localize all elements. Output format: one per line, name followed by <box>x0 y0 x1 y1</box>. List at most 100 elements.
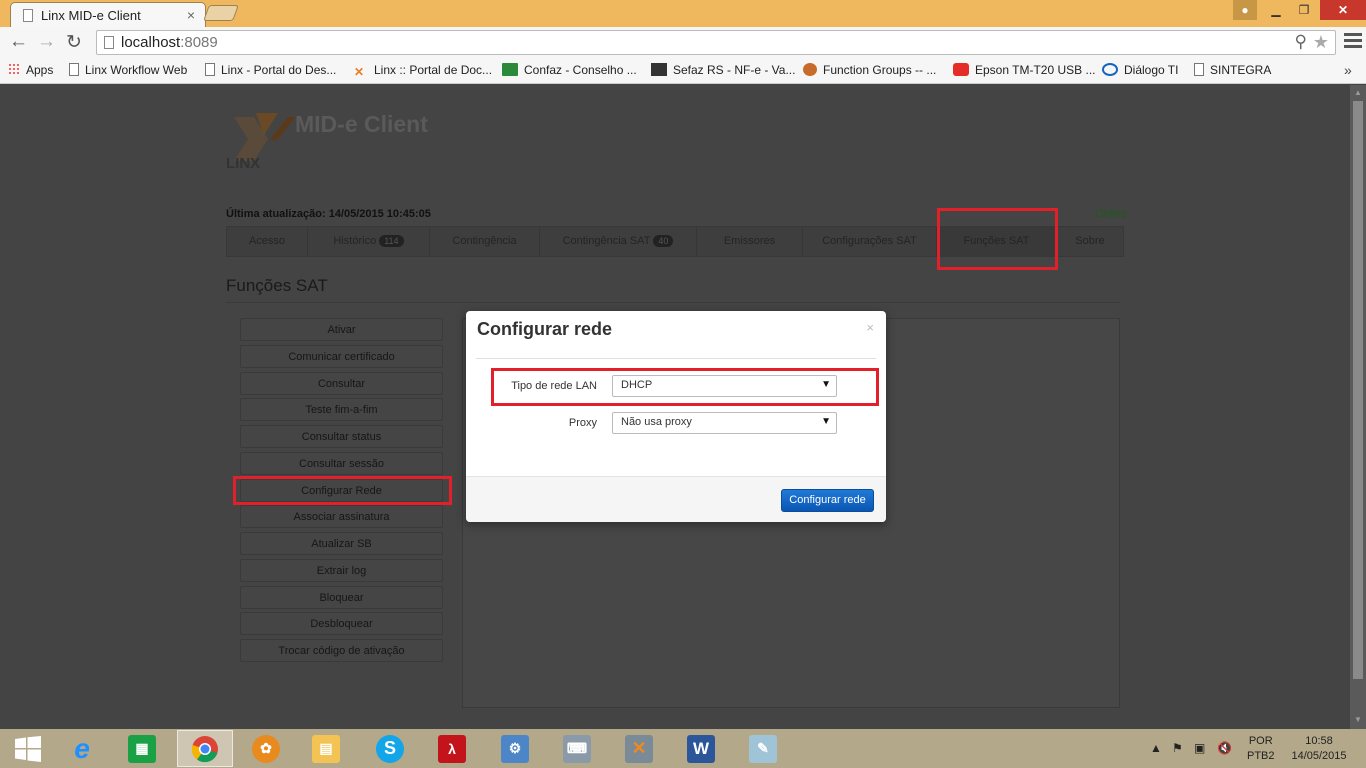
tab-label: Contingência SAT <box>562 235 651 247</box>
url-port: :8089 <box>180 34 218 51</box>
start-button[interactable] <box>0 730 56 767</box>
scroll-down-icon[interactable]: ▼ <box>1354 715 1362 724</box>
intel-icon <box>1102 63 1118 76</box>
taskbar-windows-store[interactable]: ▦ <box>114 730 170 767</box>
more-bookmarks-icon[interactable]: » <box>1344 62 1352 78</box>
bookmark-epson[interactable]: Epson TM-T20 USB ... <box>953 63 1096 77</box>
tab-sobre[interactable]: Sobre <box>1057 227 1123 256</box>
bookmark-dialogo-ti[interactable]: Diálogo TI <box>1102 63 1178 77</box>
teste-fim-a-fim-button[interactable]: Teste fim-a-fim <box>240 398 443 421</box>
tab-historico[interactable]: Histórico 114 <box>308 227 430 256</box>
taskbar-firefox[interactable]: ✿ <box>238 730 294 767</box>
taskbar-notepad[interactable]: ✎ <box>735 730 791 767</box>
user-profile-icon[interactable]: ● <box>1233 0 1257 20</box>
bookmark-label: Epson TM-T20 USB ... <box>975 63 1096 77</box>
bookmark-star-icon[interactable]: ★ <box>1313 32 1329 53</box>
back-arrow-icon[interactable]: ← <box>9 31 28 53</box>
bookmark-function-groups[interactable]: Function Groups -- ... <box>803 63 936 77</box>
show-hidden-icons-icon[interactable]: ▲ <box>1150 741 1162 755</box>
chrome-icon <box>191 735 218 762</box>
tab-configuracoes-sat[interactable]: Configurações SAT <box>803 227 937 256</box>
apps-grid-icon <box>8 63 20 76</box>
last-update-text: Última atualização: 14/05/2015 10:45:05 <box>226 208 431 220</box>
taskbar-word[interactable]: W <box>673 730 729 767</box>
consultar-sessao-button[interactable]: Consultar sessão <box>240 452 443 475</box>
linx-logo: LINX <box>226 113 296 169</box>
ativar-button[interactable]: Ativar <box>240 318 443 341</box>
brazil-flag-icon <box>502 63 518 76</box>
bookmark-linx-portal-doc[interactable]: ✕ Linx :: Portal de Doc... <box>354 63 492 79</box>
taskbar-internet-explorer[interactable]: e <box>54 730 110 767</box>
comunicar-certificado-button[interactable]: Comunicar certificado <box>240 345 443 368</box>
taskbar-linx[interactable]: ✕ <box>611 730 667 767</box>
trocar-codigo-ativacao-button[interactable]: Trocar código de ativação <box>240 639 443 662</box>
reload-icon[interactable]: ↻ <box>66 31 82 54</box>
flag-icon[interactable]: ⚑ <box>1172 741 1183 755</box>
windows-taskbar: e ▦ ✿ ▤ S λ ⚙ ⌨ ✕ W ✎ ▲ ⚑ ▣ 🔇 POR PTB2 1… <box>0 729 1366 768</box>
forward-arrow-icon[interactable]: → <box>37 31 56 53</box>
page-icon <box>205 63 215 76</box>
bookmark-label: Linx - Portal do Des... <box>221 63 337 77</box>
page-scrollbar[interactable]: ▲ ▼ <box>1350 85 1366 729</box>
bookmark-sefaz-rs[interactable]: Sefaz RS - NF-e - Va... <box>651 63 795 77</box>
configurar-rede-submit-button[interactable]: Configurar rede <box>781 489 874 512</box>
network-icon[interactable]: ▣ <box>1194 741 1205 755</box>
tab-close-icon[interactable]: × <box>187 7 195 23</box>
consultar-button[interactable]: Consultar <box>240 372 443 395</box>
extrair-log-button[interactable]: Extrair log <box>240 559 443 582</box>
bookmark-label: Confaz - Conselho ... <box>524 63 637 77</box>
modal-footer: Configurar rede <box>466 476 886 522</box>
bookmark-sintegra[interactable]: SINTEGRA <box>1194 63 1271 77</box>
tab-label: Histórico <box>333 235 377 247</box>
bookmark-linx-portal-des[interactable]: Linx - Portal do Des... <box>205 63 336 77</box>
consultar-status-button[interactable]: Consultar status <box>240 425 443 448</box>
taskbar-acrobat[interactable]: λ <box>424 730 480 767</box>
zoom-icon[interactable]: ⚲ <box>1295 32 1307 52</box>
tab-label: Emissores <box>723 235 776 247</box>
taskbar-skype[interactable]: S <box>362 730 418 767</box>
bookmark-label: Apps <box>26 63 54 77</box>
atualizar-sb-button[interactable]: Atualizar SB <box>240 532 443 555</box>
desbloquear-button[interactable]: Desbloquear <box>240 612 443 635</box>
tab-acesso[interactable]: Acesso <box>227 227 308 256</box>
scroll-up-icon[interactable]: ▲ <box>1354 88 1362 97</box>
tab-contingencia[interactable]: Contingência <box>430 227 540 256</box>
taskbar-chrome[interactable] <box>177 730 233 767</box>
tab-label: Configurações SAT <box>822 235 917 247</box>
tab-contingencia-sat[interactable]: Contingência SAT 40 <box>540 227 697 256</box>
page-icon <box>69 63 79 76</box>
close-icon[interactable]: × <box>866 320 874 335</box>
modal-title: Configurar rede <box>477 319 613 339</box>
taskbar-device-manager[interactable]: ⌨ <box>549 730 605 767</box>
page-icon <box>23 9 33 22</box>
new-tab-button[interactable] <box>203 5 239 21</box>
close-window-button[interactable]: ✕ <box>1320 0 1366 20</box>
bookmark-confaz[interactable]: Confaz - Conselho ... <box>502 63 637 77</box>
taskbar-file-explorer[interactable]: ▤ <box>298 730 354 767</box>
firefox-icon: ✿ <box>252 734 280 763</box>
start-icon <box>15 735 41 762</box>
taskbar-control-panel[interactable]: ⚙ <box>487 730 543 767</box>
chevron-down-icon: ▼ <box>821 416 831 427</box>
bookmark-linx-workflow[interactable]: Linx Workflow Web <box>69 63 187 77</box>
bloquear-button[interactable]: Bloquear <box>240 586 443 609</box>
language-indicator[interactable]: POR PTB2 <box>1247 734 1275 764</box>
minimize-button[interactable]: ▁ <box>1263 0 1289 20</box>
proxy-select[interactable]: Não usa proxy ▼ <box>612 412 837 434</box>
browser-tab[interactable]: Linx MID-e Client × <box>10 2 206 27</box>
highlight-lan-type-field <box>491 368 879 406</box>
skype-icon: S <box>376 734 404 763</box>
address-bar[interactable]: localhost:8089 ⚲ ★ <box>96 30 1336 55</box>
volume-muted-icon[interactable]: 🔇 <box>1217 741 1232 755</box>
bookmark-apps[interactable]: Apps <box>8 63 53 77</box>
scrollbar-thumb[interactable] <box>1353 101 1363 679</box>
associar-assinatura-button[interactable]: Associar assinatura <box>240 505 443 528</box>
clock[interactable]: 10:58 14/05/2015 <box>1288 734 1350 764</box>
chrome-menu-icon[interactable] <box>1344 30 1362 51</box>
keyboard-layout: PTB2 <box>1247 750 1275 762</box>
tab-emissores[interactable]: Emissores <box>697 227 803 256</box>
maximize-button[interactable]: ❐ <box>1291 0 1317 20</box>
sefaz-icon <box>651 63 667 76</box>
control-panel-icon: ⚙ <box>501 734 529 763</box>
file-explorer-icon: ▤ <box>312 734 340 763</box>
